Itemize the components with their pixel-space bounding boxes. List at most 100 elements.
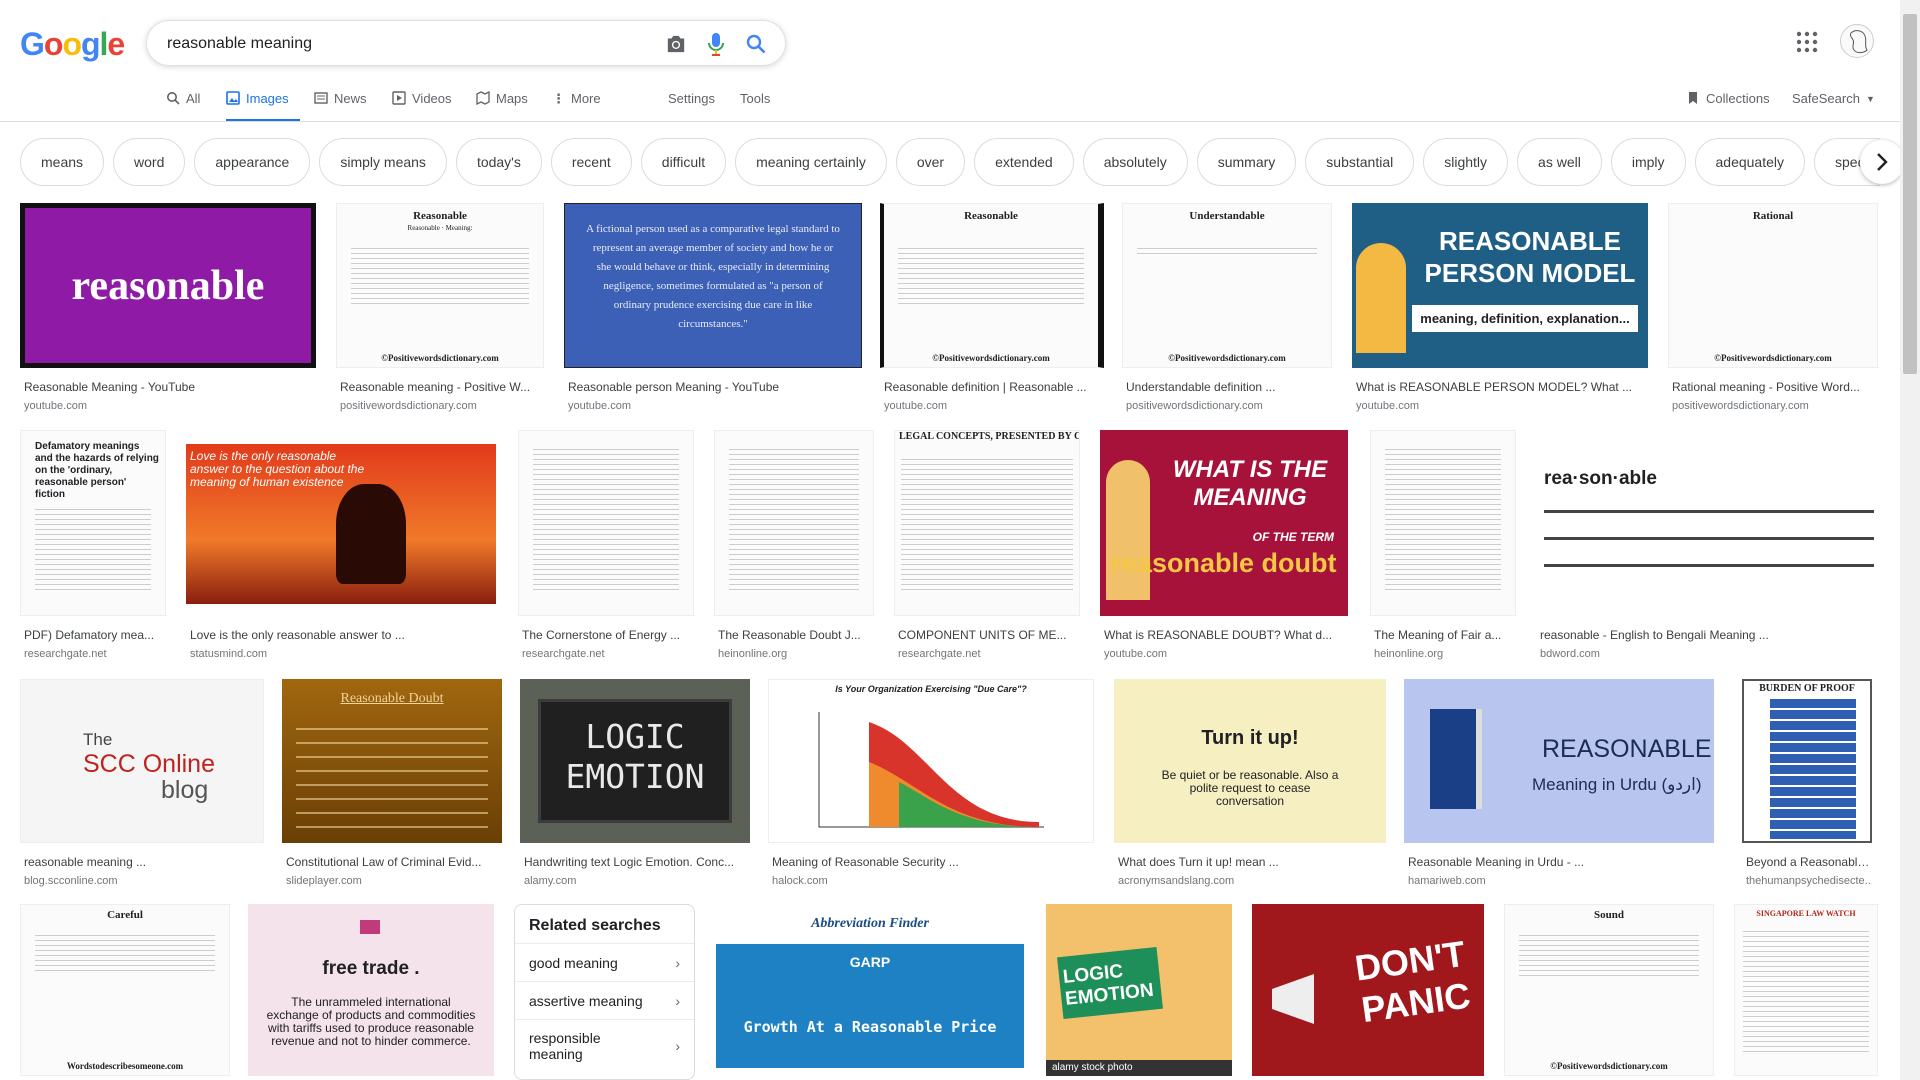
image-result[interactable]: rea·son·able reasonable - English to Ben… <box>1536 430 1878 660</box>
result-source[interactable]: researchgate.net <box>24 648 166 660</box>
result-thumbnail[interactable]: Reasonable ©Positivewordsdictionary.com <box>880 203 1104 368</box>
result-source[interactable]: bdword.com <box>1540 648 1878 660</box>
result-source[interactable]: halock.com <box>772 875 1094 887</box>
chip[interactable]: recent <box>550 138 632 186</box>
result-source[interactable]: youtube.com <box>24 400 316 412</box>
result-caption[interactable]: What is REASONABLE DOUBT? What d... <box>1104 628 1348 642</box>
result-source[interactable]: thehumanpsychedisecte... <box>1746 875 1872 887</box>
chip[interactable]: word <box>113 138 186 186</box>
result-source[interactable]: positivewordsdictionary.com <box>340 400 544 412</box>
result-caption[interactable]: Reasonable Meaning - YouTube <box>24 380 316 394</box>
image-result[interactable]: The SCC Online blog reasonable meaning .… <box>20 679 264 887</box>
chip[interactable]: as well <box>1517 138 1602 186</box>
image-result[interactable]: A fictional person used as a comparative… <box>564 203 862 412</box>
result-source[interactable]: researchgate.net <box>522 648 694 660</box>
result-caption[interactable]: The Cornerstone of Energy ... <box>522 628 694 642</box>
result-caption[interactable]: Handwriting text Logic Emotion. Conc... <box>524 855 750 869</box>
result-thumbnail[interactable]: reasonable <box>20 203 316 368</box>
settings-link[interactable]: Settings <box>668 86 715 122</box>
result-caption[interactable]: What does Turn it up! mean ... <box>1118 855 1386 869</box>
image-result[interactable]: The Meaning of Fair a... heinonline.org <box>1370 430 1516 660</box>
image-result[interactable]: Turn it up! Be quiet or be reasonable. A… <box>1114 679 1386 887</box>
result-caption[interactable]: reasonable - English to Bengali Meaning … <box>1540 628 1878 642</box>
result-thumbnail[interactable]: Reasonable Reasonable · Meaning: ©Positi… <box>336 203 544 368</box>
result-thumbnail[interactable]: LOGIC EMOTION <box>520 679 750 843</box>
result-thumbnail[interactable]: free trade . The unrammeled internationa… <box>248 904 494 1076</box>
tab-more[interactable]: ⋮ More <box>552 86 601 122</box>
result-source[interactable]: youtube.com <box>1104 648 1348 660</box>
chip[interactable]: substantial <box>1305 138 1415 186</box>
result-source[interactable]: youtube.com <box>884 400 1104 412</box>
result-caption[interactable]: Rational meaning - Positive Word... <box>1672 380 1878 394</box>
image-result[interactable]: Love is the only reasonable answer to th… <box>186 430 496 660</box>
image-result[interactable]: reasonable Reasonable Meaning - YouTube … <box>20 203 316 412</box>
image-result[interactable]: LOGIC EMOTION alamy stock photo <box>1046 904 1232 1076</box>
result-thumbnail[interactable]: LOGIC EMOTION alamy stock photo <box>1046 904 1232 1076</box>
image-result[interactable]: The Reasonable Doubt J... heinonline.org <box>714 430 874 660</box>
result-source[interactable]: youtube.com <box>1356 400 1648 412</box>
result-thumbnail[interactable]: BURDEN OF PROOF <box>1742 679 1872 843</box>
result-thumbnail[interactable]: Careful Wordstodescribesomeone.com <box>20 904 230 1076</box>
image-result[interactable]: Reasonable Reasonable · Meaning: ©Positi… <box>336 203 544 412</box>
result-source[interactable]: hamariweb.com <box>1408 875 1714 887</box>
result-source[interactable]: statusmind.com <box>190 648 496 660</box>
result-source[interactable]: positivewordsdictionary.com <box>1672 400 1878 412</box>
tab-news[interactable]: News <box>314 86 367 122</box>
result-thumbnail[interactable]: Is Your Organization Exercising "Due Car… <box>768 679 1094 843</box>
chip[interactable]: today's <box>455 138 542 186</box>
result-source[interactable]: slideplayer.com <box>286 875 502 887</box>
result-caption[interactable]: Reasonable definition | Reasonable ... <box>884 380 1104 394</box>
result-source[interactable]: alamy.com <box>524 875 750 887</box>
image-result[interactable]: REASONABLE Meaning in Urdu (اردو) Reason… <box>1404 679 1714 887</box>
tab-images[interactable]: Images <box>226 86 300 122</box>
result-caption[interactable]: COMPONENT UNITS OF ME... <box>898 628 1080 642</box>
image-result[interactable]: SINGAPORE LAW WATCH <box>1734 904 1878 1076</box>
chip[interactable]: summary <box>1196 138 1297 186</box>
result-thumbnail[interactable]: WHAT IS THE MEANING OF THE TERM reasonab… <box>1100 430 1348 616</box>
result-caption[interactable]: The Reasonable Doubt J... <box>718 628 874 642</box>
tools-link[interactable]: Tools <box>740 86 770 122</box>
safesearch-dropdown[interactable]: SafeSearch ▼ <box>1792 86 1875 122</box>
result-thumbnail[interactable] <box>714 430 874 616</box>
result-caption[interactable]: reasonable meaning ... <box>24 855 264 869</box>
image-result[interactable]: Reasonable Doubt Constitutional Law of C… <box>282 679 502 887</box>
result-caption[interactable]: Reasonable Meaning in Urdu - ... <box>1408 855 1714 869</box>
result-caption[interactable]: Reasonable meaning - Positive W... <box>340 380 544 394</box>
chip[interactable]: simply means <box>319 138 447 186</box>
result-source[interactable]: researchgate.net <box>898 648 1080 660</box>
result-source[interactable]: youtube.com <box>568 400 862 412</box>
image-result[interactable]: DON'T PANIC <box>1252 904 1484 1076</box>
image-result[interactable]: Is Your Organization Exercising "Due Car… <box>768 679 1094 887</box>
chip[interactable]: extended <box>974 138 1074 186</box>
result-source[interactable]: heinonline.org <box>718 648 874 660</box>
image-result[interactable]: LOGIC EMOTION Handwriting text Logic Emo… <box>520 679 750 887</box>
result-source[interactable]: heinonline.org <box>1374 648 1516 660</box>
result-thumbnail[interactable]: The SCC Online blog <box>20 679 264 843</box>
chip[interactable]: difficult <box>640 138 727 186</box>
google-logo[interactable]: Google <box>20 26 125 63</box>
chip[interactable]: slightly <box>1423 138 1509 186</box>
image-result[interactable]: Careful Wordstodescribesomeone.com <box>20 904 230 1076</box>
tab-videos[interactable]: Videos <box>392 86 452 122</box>
result-thumbnail[interactable]: A fictional person used as a comparative… <box>564 203 862 368</box>
image-result[interactable]: LEGAL CONCEPTS, PRESENTED BY CONC COMPON… <box>894 430 1080 660</box>
result-thumbnail[interactable]: DON'T PANIC <box>1252 904 1484 1076</box>
search-box[interactable] <box>146 20 786 66</box>
chip[interactable]: imply <box>1610 138 1686 186</box>
result-caption[interactable]: Love is the only reasonable answer to ..… <box>190 628 496 642</box>
image-result[interactable]: Understandable ©Positivewordsdictionary.… <box>1122 203 1332 412</box>
related-search-item[interactable]: good meaning › <box>515 943 694 981</box>
related-search-item[interactable]: responsible meaning › <box>515 1019 694 1071</box>
chip[interactable]: meaning certainly <box>735 138 887 186</box>
image-result[interactable]: REASONABLE PERSON MODEL meaning, definit… <box>1352 203 1648 412</box>
image-result[interactable]: BURDEN OF PROOF Beyond a Reasonable... t… <box>1742 679 1872 887</box>
result-thumbnail[interactable]: Sound ©Positivewordsdictionary.com <box>1504 904 1714 1076</box>
image-result[interactable]: Reasonable ©Positivewordsdictionary.com … <box>880 203 1104 412</box>
result-source[interactable]: acronymsandslang.com <box>1118 875 1386 887</box>
result-caption[interactable]: Beyond a Reasonable... <box>1746 855 1872 869</box>
microphone-icon[interactable] <box>703 31 729 57</box>
result-thumbnail[interactable]: REASONABLE PERSON MODEL meaning, definit… <box>1352 203 1648 368</box>
result-thumbnail[interactable]: Love is the only reasonable answer to th… <box>186 430 496 616</box>
chip[interactable]: appearance <box>194 138 311 186</box>
scrollbar-thumb[interactable] <box>1903 14 1917 374</box>
